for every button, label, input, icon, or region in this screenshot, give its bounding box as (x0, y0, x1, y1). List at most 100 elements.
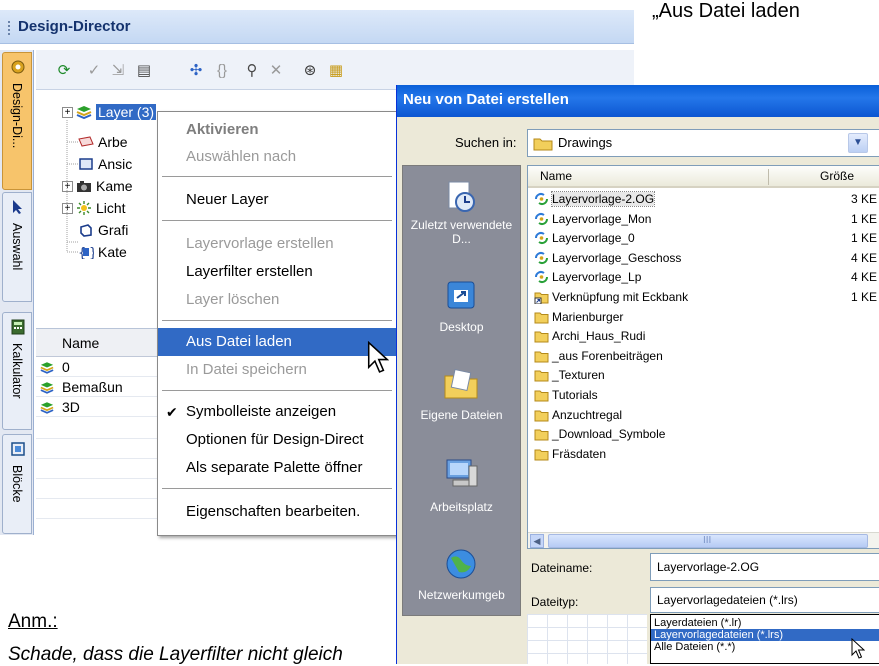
dialog-titlebar[interactable]: Neu von Datei erstellen (397, 85, 879, 117)
menu-item-eigenschaften[interactable]: Eigenschaften bearbeiten. (158, 498, 396, 526)
place-desktop[interactable]: Desktop (403, 278, 520, 348)
menu-item-aktivieren[interactable]: Aktivieren (158, 116, 396, 144)
menu-item-layerfilter-erstellen[interactable]: Layerfilter erstellen (158, 258, 396, 286)
select-icon[interactable]: ⇲ (108, 60, 128, 80)
look-in-dropdown[interactable]: Drawings ▼ (527, 129, 879, 157)
filter-icon[interactable]: ⚲ (242, 60, 262, 80)
places-bar: Zuletzt verwendete D... Desktop Eigene D… (402, 165, 521, 616)
filetype-option[interactable]: Layerdateien (*.lr) (651, 617, 879, 629)
tab-kalkulator[interactable]: Kalkulator (2, 312, 32, 430)
folder-icon (534, 331, 549, 343)
menu-separator (162, 488, 392, 489)
menu-item-separate-palette[interactable]: Als separate Palette öffner (158, 454, 396, 482)
file-row[interactable]: _Texturen (532, 367, 877, 384)
file-row[interactable]: Tutorials (532, 387, 877, 404)
tree-node-arbeitsebene[interactable]: Arbe (78, 132, 128, 152)
place-my-documents[interactable]: Eigene Dateien (403, 366, 520, 436)
palette-toolbar: ⟳ ✓ ⇲ ▤ ✣ {} ⚲ ✕ ⊛ ▦ (36, 50, 634, 90)
filetype-select[interactable]: Layervorlagedateien (*.lrs) (650, 587, 879, 613)
file-list-header: Name Größe (528, 166, 879, 188)
context-menu: Aktivieren Auswählen nach Neuer Layer La… (157, 111, 397, 536)
tree-node-grafik[interactable]: Grafi (78, 220, 128, 240)
folder-icon (534, 449, 549, 461)
braces-icon[interactable]: {} (212, 60, 232, 80)
file-row[interactable]: _aus Forenbeiträgen (532, 348, 877, 365)
desktop-icon (447, 281, 475, 309)
menu-item-in-datei-speichern[interactable]: In Datei speichern (158, 356, 396, 384)
file-row[interactable]: Archi_Haus_Rudi (532, 328, 877, 345)
file-name: Archi_Haus_Rudi (552, 329, 646, 344)
menu-item-aus-datei-laden[interactable]: Aus Datei laden (158, 328, 396, 356)
filename-value: Layervorlage-2.OG (657, 560, 760, 574)
tree-label: Kame (96, 178, 133, 194)
column-name[interactable]: Name (62, 335, 99, 351)
place-network[interactable]: Netzwerkumgeb (403, 546, 520, 616)
binoculars-icon[interactable]: ⊛ (300, 60, 320, 80)
file-name: Fräsdaten (552, 446, 607, 461)
menu-item-auswaehlen-nach[interactable]: Auswählen nach (158, 143, 396, 171)
file-row[interactable]: Layervorlage_Geschoss 4 KE (532, 250, 877, 267)
my-documents-icon (444, 368, 478, 399)
tab-design-director[interactable]: Design-Di... (2, 52, 32, 190)
column-size[interactable]: Größe (820, 169, 854, 183)
tab-bloecke[interactable]: Blöcke (2, 434, 32, 534)
scroll-thumb[interactable]: III (548, 534, 868, 548)
drag-grip-icon[interactable] (8, 21, 11, 35)
my-computer-icon (446, 459, 478, 487)
file-name: Verknüpfung mit Eckbank (552, 290, 689, 304)
delete-icon[interactable]: ✕ (266, 60, 286, 80)
column-name[interactable]: Name (540, 169, 572, 183)
filetype-option[interactable]: Layervorlagedateien (*.lrs) (651, 629, 879, 641)
filetype-option[interactable]: Alle Dateien (*.*) (651, 641, 879, 653)
file-size: 4 KE (851, 250, 878, 265)
menu-item-neuer-layer[interactable]: Neuer Layer (158, 186, 396, 214)
tree-node-ansichten[interactable]: Ansic (78, 154, 132, 174)
tab-auswahl[interactable]: Auswahl (2, 192, 32, 302)
layer-template-icon[interactable]: ▦ (326, 60, 346, 80)
check-icon[interactable]: ✓ (84, 60, 104, 80)
chevron-down-icon[interactable]: ▼ (848, 133, 868, 153)
file-name: Layervorlage_0 (552, 231, 635, 246)
place-my-computer[interactable]: Arbeitsplatz (403, 456, 520, 526)
activate-icon[interactable]: ⟳ (54, 60, 74, 80)
menu-item-layervorlage-erstellen[interactable]: Layervorlage erstellen (158, 230, 396, 258)
file-name: Layervorlage-2.OG (550, 191, 656, 207)
file-row[interactable]: Layervorlage_0 1 KE (532, 230, 877, 247)
category-icon: {} (78, 246, 94, 259)
file-row[interactable]: Layervorlage-2.OG 3 KE (532, 191, 877, 208)
horizontal-scrollbar[interactable]: ◀ III (528, 532, 879, 548)
file-row[interactable]: Anzuchtregal (532, 407, 877, 424)
expand-icon[interactable]: + (62, 106, 73, 118)
file-name: Layervorlage_Geschoss (552, 250, 682, 265)
place-recent[interactable]: Zuletzt verwendete D... (403, 178, 520, 268)
folder-shortcut-icon (534, 292, 549, 304)
file-row[interactable]: _Download_Symbole (532, 426, 877, 443)
filename-label: Dateiname: (531, 561, 593, 575)
layer-filter-icon[interactable]: ✣ (186, 60, 206, 80)
background-grid (527, 614, 647, 664)
menu-item-symbolleiste-anzeigen[interactable]: ✔ Symbolleiste anzeigen (158, 398, 396, 426)
layer-stack-icon (40, 402, 54, 414)
annotation-text: Schade, dass die Layerfilter nicht gleic… (8, 644, 343, 665)
open-file-dialog: Neu von Datei erstellen Suchen in: Drawi… (396, 85, 879, 664)
file-row[interactable]: Fräsdaten (532, 446, 877, 463)
vertical-tab-strip: Design-Di... Auswahl Kalkulator Blöcke (0, 50, 34, 535)
filename-input[interactable]: Layervorlage-2.OG (650, 553, 879, 581)
file-row[interactable]: Marienburger (532, 309, 877, 326)
tree-node-layer[interactable]: + Layer (3) (62, 102, 157, 122)
menu-separator (162, 390, 392, 391)
file-size: 1 KE (851, 211, 878, 226)
palette-titlebar[interactable]: Design-Director (0, 10, 634, 44)
mouse-pointer-icon (851, 638, 865, 659)
file-row[interactable]: Layervorlage_Lp 4 KE (532, 269, 877, 286)
network-icon (446, 549, 476, 579)
file-row[interactable]: Layervorlage_Mon 1 KE (532, 211, 877, 228)
tree-label: Licht (96, 200, 126, 216)
workplane-icon (78, 136, 94, 147)
properties-icon[interactable]: ▤ (134, 60, 154, 80)
tree-node-kategorie[interactable]: {} Kate (78, 242, 127, 262)
menu-item-optionen[interactable]: Optionen für Design-Direct (158, 426, 396, 454)
menu-item-layer-loeschen[interactable]: Layer löschen (158, 286, 396, 314)
file-row[interactable]: Verknüpfung mit Eckbank 1 KE (532, 289, 877, 306)
scroll-left-icon[interactable]: ◀ (530, 534, 544, 548)
